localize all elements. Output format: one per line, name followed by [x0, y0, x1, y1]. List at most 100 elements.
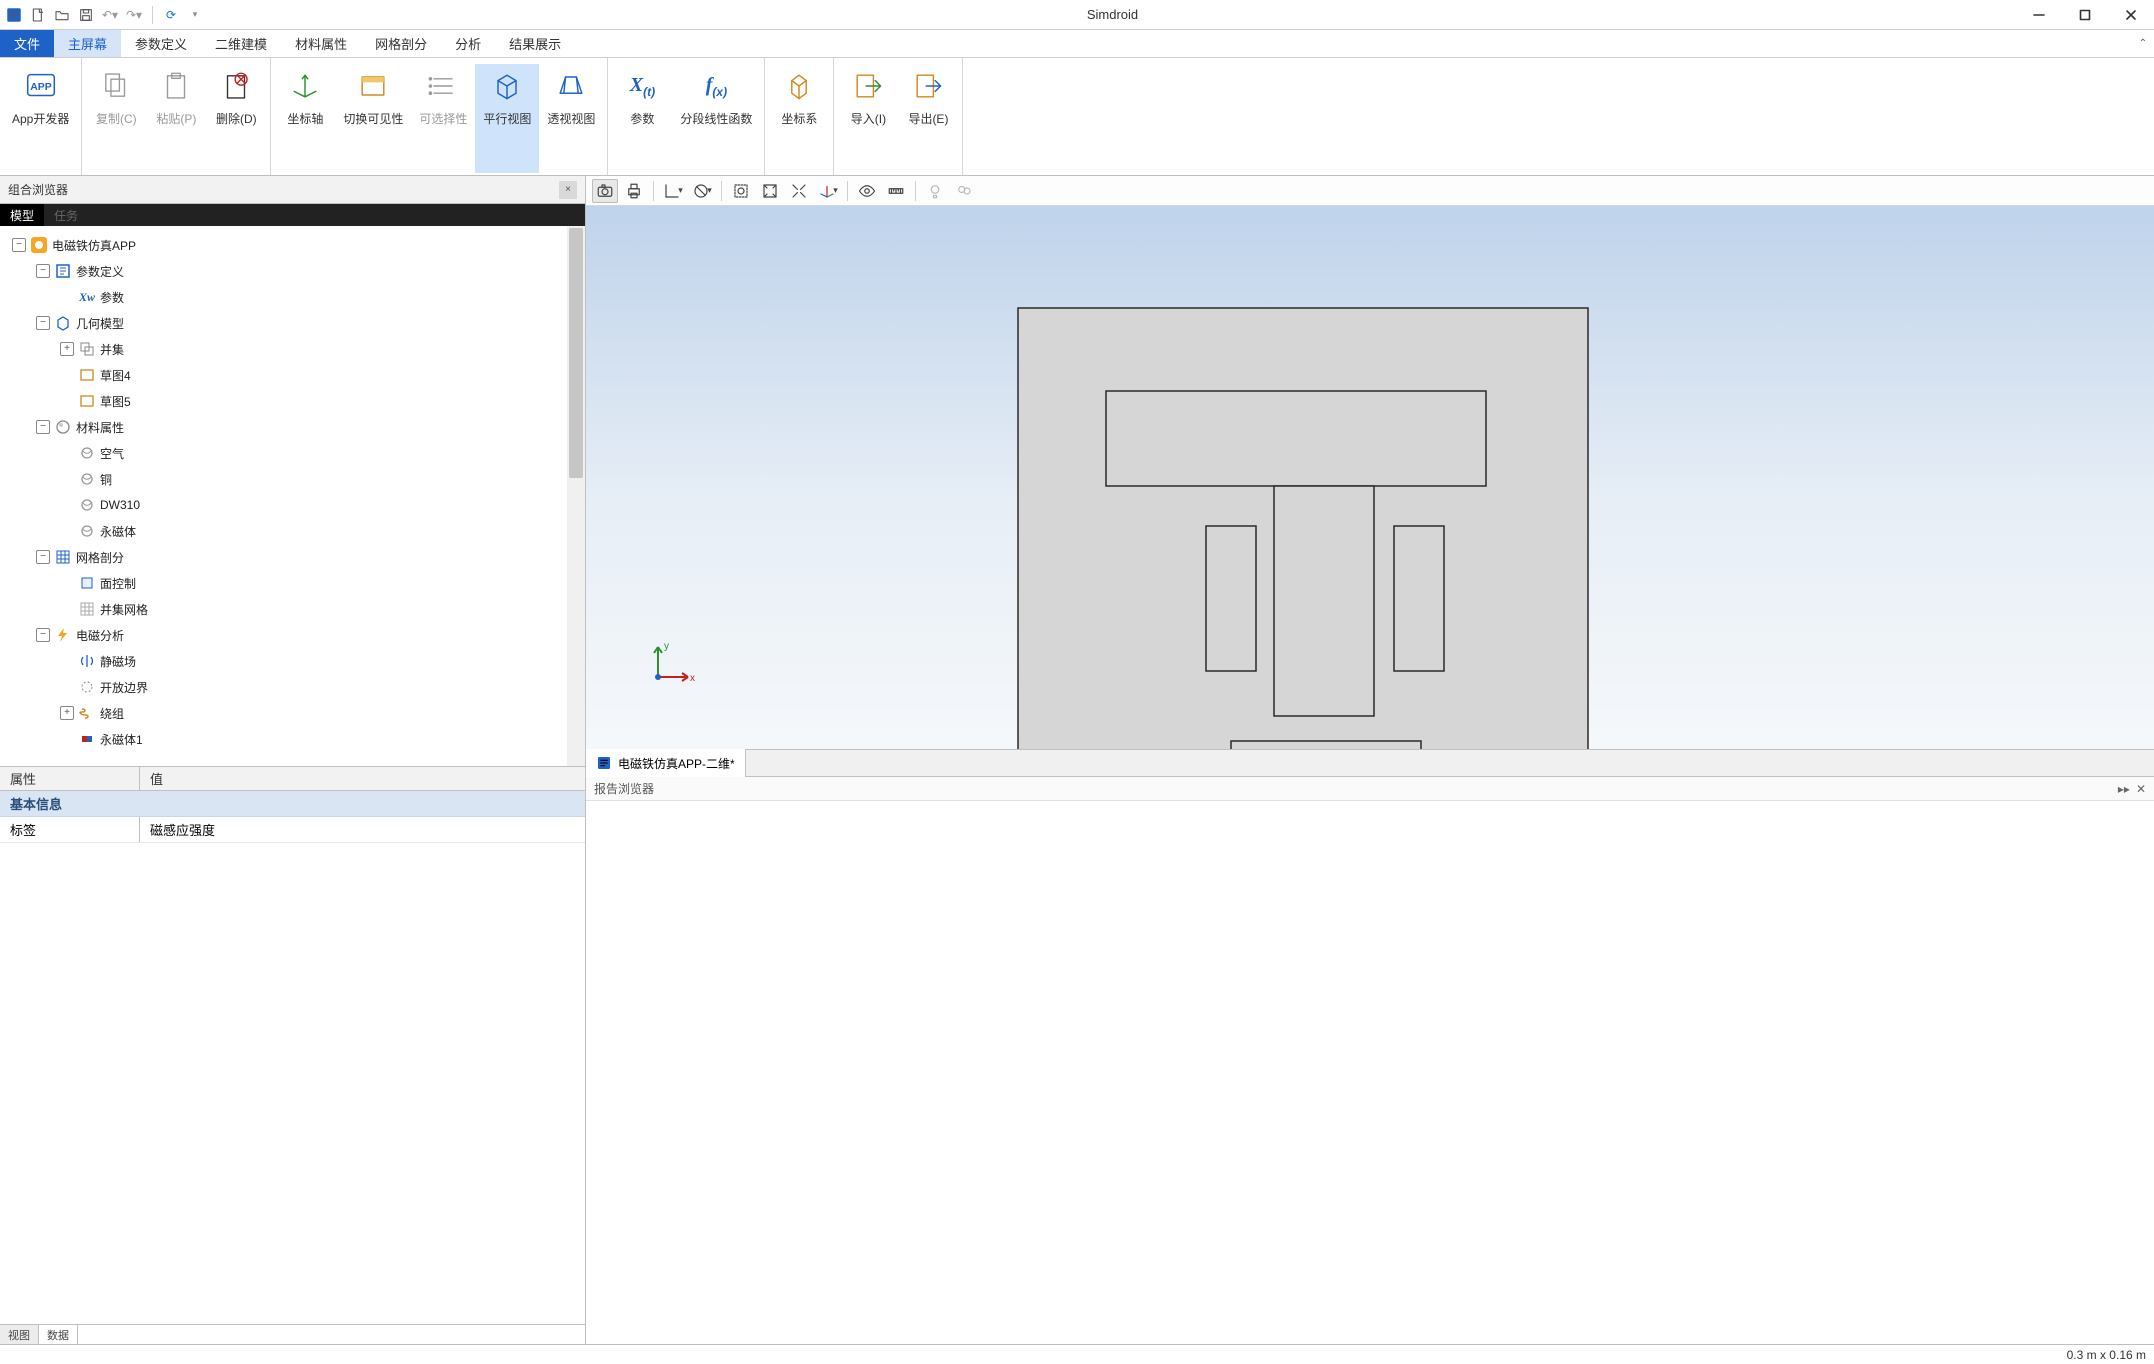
ribbon-export[interactable]: 导出(E) [898, 64, 958, 173]
measure-icon[interactable] [883, 179, 909, 203]
tree-node[interactable]: − 电磁铁仿真APP [4, 232, 585, 258]
orient-icon[interactable]: ▾ [815, 179, 841, 203]
prop-val: 磁感应强度 [140, 817, 225, 842]
fit-icon[interactable] [757, 179, 783, 203]
ribbon-toggle-vis[interactable]: 切换可见性 [335, 64, 411, 173]
tree-twisty-icon[interactable]: − [12, 238, 26, 252]
redo-icon[interactable]: ↷▾ [124, 5, 144, 25]
menu-tab-analysis[interactable]: 分析 [441, 30, 495, 57]
tree-node[interactable]: 永磁体 [4, 518, 585, 544]
menu-tab-2d[interactable]: 二维建模 [201, 30, 281, 57]
menu-tab-params[interactable]: 参数定义 [121, 30, 201, 57]
ribbon-parallel-view[interactable]: 平行视图 [475, 64, 539, 173]
ribbon-app-dev[interactable]: APP App开发器 [4, 64, 77, 173]
tree-node-label: 网格剖分 [76, 549, 124, 566]
tree-node[interactable]: +并集 [4, 336, 585, 362]
open-icon[interactable] [52, 5, 72, 25]
camera-icon[interactable] [592, 179, 618, 203]
tree-twisty-icon[interactable]: − [36, 316, 50, 330]
prop-row[interactable]: 标签 磁感应强度 [0, 817, 585, 843]
ribbon-delete[interactable]: 删除(D) [206, 64, 266, 173]
tree-node-label: 面控制 [100, 575, 136, 592]
viewport-3d[interactable]: y x [586, 206, 2154, 749]
tree-node-label: 参数定义 [76, 263, 124, 280]
ribbon-params[interactable]: X(t)参数 [612, 64, 672, 173]
tree-node[interactable]: 永磁体1 [4, 726, 585, 752]
menu-tab-mesh[interactable]: 网格剖分 [361, 30, 441, 57]
menu-tab-home[interactable]: 主屏幕 [54, 30, 121, 57]
left-dock: 组合浏览器 × 模型 任务 −电磁铁仿真APP−参数定义Xw参数−几何模型+并集… [0, 176, 586, 1344]
close-button[interactable] [2108, 0, 2154, 30]
ribbon-axis[interactable]: 坐标轴 [275, 64, 335, 173]
tree-node-label: 电磁铁仿真APP [52, 237, 136, 254]
tree-twisty-icon[interactable]: + [60, 706, 74, 720]
app-icon[interactable] [4, 5, 24, 25]
document-tab[interactable]: 电磁铁仿真APP-二维* [586, 749, 746, 777]
tree-node[interactable]: 面控制 [4, 570, 585, 596]
undo-icon[interactable]: ↶▾ [100, 5, 120, 25]
zoom-sel-icon[interactable] [786, 179, 812, 203]
tree-twisty-icon[interactable]: − [36, 420, 50, 434]
menu-file[interactable]: 文件 [0, 30, 54, 57]
ribbon-perspective-view[interactable]: 透视视图 [539, 64, 603, 173]
ribbon-paste[interactable]: 粘贴(P) [146, 64, 206, 173]
qa-dropdown-icon[interactable]: ▾ [185, 5, 205, 25]
doc-tab-icon [596, 755, 612, 771]
refresh-icon[interactable]: ⟳ [161, 5, 181, 25]
tree-tab-model[interactable]: 模型 [0, 204, 44, 226]
light2-icon[interactable] [951, 179, 977, 203]
title-bar: ↶▾ ↷▾ ⟳ ▾ Simdroid [0, 0, 2154, 30]
dock-close-icon[interactable]: × [559, 181, 577, 199]
visibility-icon [353, 66, 393, 106]
tree-twisty-icon[interactable]: + [60, 342, 74, 356]
menu-tab-material[interactable]: 材料属性 [281, 30, 361, 57]
tree-node-icon [54, 314, 72, 332]
tree-node[interactable]: +绕组 [4, 700, 585, 726]
tree-node[interactable]: −材料属性 [4, 414, 585, 440]
menu-tab-results[interactable]: 结果展示 [495, 30, 575, 57]
save-icon[interactable] [76, 5, 96, 25]
zoom-window-icon[interactable] [728, 179, 754, 203]
tree-twisty-icon[interactable]: − [36, 550, 50, 564]
tree-node[interactable]: 空气 [4, 440, 585, 466]
tree-node[interactable]: −几何模型 [4, 310, 585, 336]
tree-node[interactable]: −电磁分析 [4, 622, 585, 648]
tree-node[interactable]: Xw参数 [4, 284, 585, 310]
tree-twisty-icon[interactable]: − [36, 264, 50, 278]
report-next-icon[interactable]: ▸▸ [2118, 782, 2130, 796]
maximize-button[interactable] [2062, 0, 2108, 30]
ribbon-piecewise[interactable]: f(x)分段线性函数 [672, 64, 760, 173]
tree-node[interactable]: − 网格剖分 [4, 544, 585, 570]
paste-icon [156, 66, 196, 106]
tree-node[interactable]: 草图4 [4, 362, 585, 388]
report-close-icon[interactable]: ✕ [2136, 782, 2146, 796]
tree-node[interactable]: DW310 [4, 492, 585, 518]
tree-tab-task[interactable]: 任务 [44, 204, 88, 226]
selectable-icon [423, 66, 463, 106]
minimize-button[interactable] [2016, 0, 2062, 30]
tree-node[interactable]: 静磁场 [4, 648, 585, 674]
axis-toggle-icon[interactable]: ▾ [660, 179, 686, 203]
ribbon-import[interactable]: 导入(I) [838, 64, 898, 173]
ribbon-copy[interactable]: 复制(C) [86, 64, 146, 173]
tree-node[interactable]: 开放边界 [4, 674, 585, 700]
tree-node[interactable]: 并集网格 [4, 596, 585, 622]
tree-node[interactable]: 草图5 [4, 388, 585, 414]
ribbon-selectable[interactable]: 可选择性 [411, 64, 475, 173]
piecewise-icon: f(x) [696, 66, 736, 106]
model-tree[interactable]: −电磁铁仿真APP−参数定义Xw参数−几何模型+并集草图4草图5−材料属性空气铜… [0, 226, 585, 766]
app-dev-icon: APP [21, 66, 61, 106]
print-icon[interactable] [621, 179, 647, 203]
bottom-tab-view[interactable]: 视图 [0, 1325, 39, 1344]
eye-icon[interactable] [854, 179, 880, 203]
tree-node[interactable]: − 参数定义 [4, 258, 585, 284]
light-icon[interactable] [922, 179, 948, 203]
tree-node[interactable]: 铜 [4, 466, 585, 492]
ribbon-coordsys[interactable]: 坐标系 [769, 64, 829, 173]
bottom-tab-data[interactable]: 数据 [39, 1325, 78, 1344]
tree-twisty-icon[interactable]: − [36, 628, 50, 642]
ribbon-collapse-icon[interactable]: ⌃ [2132, 30, 2154, 57]
hide-icon[interactable]: ▾ [689, 179, 715, 203]
new-icon[interactable] [28, 5, 48, 25]
tree-scrollbar[interactable] [567, 226, 585, 766]
